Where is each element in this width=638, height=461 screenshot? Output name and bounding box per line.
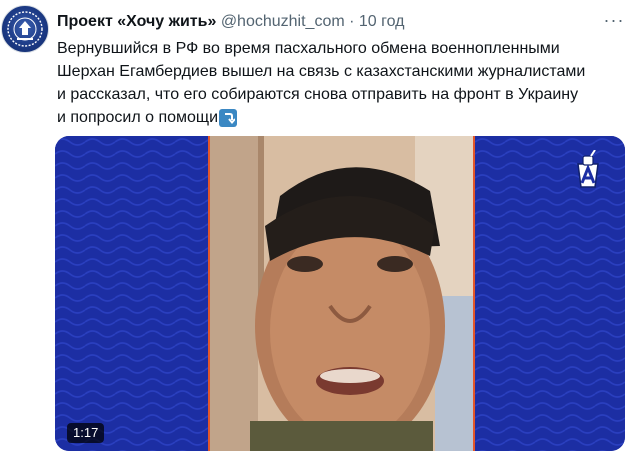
tweet-timestamp[interactable]: 10 год [359, 13, 405, 30]
tweet-text-line: и попросил о помощи [57, 109, 219, 126]
tweet-text-line: Шерхан Егамбердиев вышел на связь с каза… [57, 63, 586, 80]
avatar[interactable] [1, 5, 49, 53]
letter-a-cup-logo-icon[interactable] [569, 150, 607, 190]
video-frame [208, 136, 475, 451]
video-thumbnail [210, 136, 473, 451]
tweet-text-line-last: и попросил о помощи [57, 106, 629, 129]
tweet-video[interactable]: 1:17 [55, 136, 625, 451]
more-options-icon: ··· [603, 9, 625, 30]
tweet-text-line: и рассказал, что его собираются снова от… [57, 86, 579, 103]
tweet-header: Проект «Хочу жить» @hochuzhit_com · 10 г… [57, 12, 405, 32]
author-display-name[interactable]: Проект «Хочу жить» [57, 13, 216, 30]
more-options-button[interactable]: ··· [601, 10, 627, 30]
tweet-text: Вернувшийся в РФ во время пасхального об… [57, 37, 629, 129]
organization-emblem-icon [7, 11, 43, 47]
tweet-text-line: Вернувшийся в РФ во время пасхального об… [57, 40, 560, 57]
separator-dot: · [349, 13, 355, 30]
video-duration-badge: 1:17 [67, 423, 105, 443]
arrow-return-down-icon [219, 109, 238, 127]
author-handle[interactable]: @hochuzhit_com [221, 13, 345, 30]
